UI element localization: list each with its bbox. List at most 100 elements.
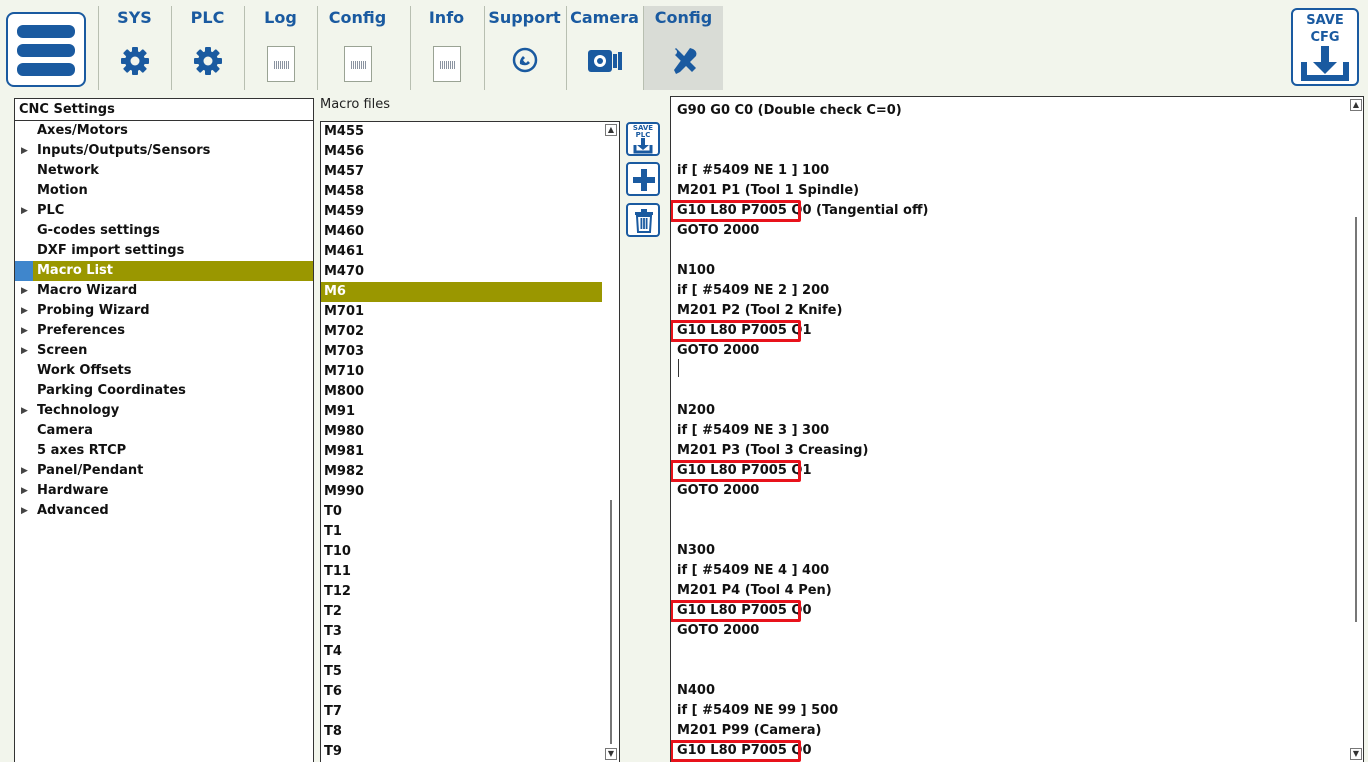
tab-log[interactable]: Log <box>244 6 316 90</box>
tab-camera[interactable]: Camera <box>566 6 642 90</box>
document-icon <box>432 46 461 82</box>
menu-icon-bar <box>17 63 75 76</box>
tab-label: Support <box>488 8 561 27</box>
tab-config-1[interactable]: Config <box>317 6 397 90</box>
add-macro-button[interactable] <box>626 162 660 196</box>
settings-tree-item[interactable]: ▶ Macro Wizard <box>15 281 313 301</box>
code-line: if [ #5409 NE 3 ] 300 <box>677 423 830 438</box>
macro-file-item[interactable]: M91 <box>321 402 602 422</box>
scroll-thumb[interactable] <box>610 500 612 744</box>
scroll-down-arrow-icon[interactable]: ▼ <box>1350 748 1362 760</box>
scroll-up-arrow-icon[interactable]: ▲ <box>605 124 617 136</box>
expand-arrow-icon[interactable]: ▶ <box>21 481 28 501</box>
macro-file-item[interactable]: T10 <box>321 542 602 562</box>
settings-tree-item[interactable]: ▶ Screen <box>15 341 313 361</box>
expand-arrow-icon[interactable]: ▶ <box>21 301 28 321</box>
code-line: GOTO 2000 <box>677 623 760 638</box>
macro-code-editor[interactable]: G90 G0 C0 (Double check C=0) if [ #5409 N… <box>670 96 1364 762</box>
macro-file-item[interactable]: T7 <box>321 702 602 722</box>
macro-file-item[interactable]: M981 <box>321 442 602 462</box>
scroll-thumb[interactable] <box>1355 217 1357 622</box>
settings-tree-item[interactable]: ▶ Preferences <box>15 321 313 341</box>
code-line: GOTO 2000 <box>677 343 760 358</box>
camera-icon <box>587 46 623 78</box>
macro-file-item[interactable]: M460 <box>321 222 602 242</box>
settings-tree-item[interactable]: ▶ Technology <box>15 401 313 421</box>
tab-plc[interactable]: PLC <box>171 6 243 90</box>
trash-icon <box>634 209 654 237</box>
tab-sys[interactable]: SYS <box>98 6 170 90</box>
expand-arrow-icon[interactable]: ▶ <box>21 341 28 361</box>
macro-file-item[interactable]: M457 <box>321 162 602 182</box>
macro-file-item[interactable]: M456 <box>321 142 602 162</box>
macro-file-item[interactable]: M470 <box>321 262 602 282</box>
macro-file-item[interactable]: T11 <box>321 562 602 582</box>
settings-tree-item[interactable]: Macro List <box>15 261 313 281</box>
settings-tree-item[interactable]: ▶ PLC <box>15 201 313 221</box>
macro-file-item[interactable]: M461 <box>321 242 602 262</box>
macro-file-item[interactable]: M980 <box>321 422 602 442</box>
delete-macro-button[interactable] <box>626 203 660 237</box>
macro-file-item[interactable]: M455 <box>321 122 602 142</box>
macro-file-item[interactable]: M703 <box>321 342 602 362</box>
macro-file-item[interactable]: T4 <box>321 642 602 662</box>
settings-tree-item[interactable]: Camera <box>15 421 313 441</box>
expand-arrow-icon[interactable]: ▶ <box>21 281 28 301</box>
save-plc-button[interactable]: SAVE PLC <box>626 122 660 156</box>
settings-tree-item[interactable]: Axes/Motors <box>15 121 313 141</box>
macro-file-item[interactable]: M6 <box>321 282 602 302</box>
macro-file-item[interactable]: T8 <box>321 722 602 742</box>
save-cfg-label: SAVE <box>1306 13 1344 28</box>
code-line: M201 P3 (Tool 3 Creasing) <box>677 443 869 458</box>
scroll-down-arrow-icon[interactable]: ▼ <box>605 748 617 760</box>
macro-file-item[interactable]: M701 <box>321 302 602 322</box>
editor-scrollbar[interactable]: ▲ ▼ <box>1349 97 1363 762</box>
tab-config-active[interactable]: Config <box>643 6 723 90</box>
tab-support[interactable]: Support <box>484 6 564 90</box>
macro-file-item[interactable]: T5 <box>321 662 602 682</box>
expand-arrow-icon[interactable]: ▶ <box>21 201 28 221</box>
macro-file-item[interactable]: T1 <box>321 522 602 542</box>
settings-tree-item[interactable]: Parking Coordinates <box>15 381 313 401</box>
settings-tree-item[interactable]: ▶ Advanced <box>15 501 313 521</box>
expand-arrow-icon[interactable]: ▶ <box>21 461 28 481</box>
macro-file-item[interactable]: T12 <box>321 582 602 602</box>
settings-tree-item[interactable]: ▶ Hardware <box>15 481 313 501</box>
expand-arrow-icon[interactable]: ▶ <box>21 401 28 421</box>
scroll-up-arrow-icon[interactable]: ▲ <box>1350 99 1362 111</box>
expand-arrow-icon[interactable]: ▶ <box>21 501 28 521</box>
code-line: if [ #5409 NE 2 ] 200 <box>677 283 830 298</box>
macro-file-list[interactable]: M455 M456 M457 M458 M459 M460 M461 M470 M6 M701 M7… <box>320 121 620 762</box>
macro-file-item[interactable]: T0 <box>321 502 602 522</box>
macro-file-item[interactable]: M710 <box>321 362 602 382</box>
save-cfg-button[interactable]: SAVE CFG <box>1291 8 1359 86</box>
macro-file-item[interactable]: T2 <box>321 602 602 622</box>
macro-file-item[interactable]: T3 <box>321 622 602 642</box>
settings-tree-item[interactable]: 5 axes RTCP <box>15 441 313 461</box>
save-cfg-sublabel: CFG <box>1310 30 1340 45</box>
settings-tree-item[interactable]: DXF import settings <box>15 241 313 261</box>
toolbar: SYS PLC Log Config Info Support Camera C… <box>0 0 1368 92</box>
settings-tree-item[interactable]: Motion <box>15 181 313 201</box>
expand-arrow-icon[interactable]: ▶ <box>21 141 28 161</box>
settings-tree-item[interactable]: G-codes settings <box>15 221 313 241</box>
download-icon <box>633 138 653 158</box>
macro-file-item[interactable]: T6 <box>321 682 602 702</box>
macro-file-item[interactable]: M800 <box>321 382 602 402</box>
macro-file-item[interactable]: M982 <box>321 462 602 482</box>
settings-tree-item[interactable]: ▶ Probing Wizard <box>15 301 313 321</box>
settings-tree-item[interactable]: Network <box>15 161 313 181</box>
settings-tree-item[interactable]: ▶ Inputs/Outputs/Sensors <box>15 141 313 161</box>
settings-tree-item[interactable]: Work Offsets <box>15 361 313 381</box>
expand-arrow-icon[interactable]: ▶ <box>21 321 28 341</box>
tab-info[interactable]: Info <box>410 6 482 90</box>
macro-file-item[interactable]: M458 <box>321 182 602 202</box>
main-menu-button[interactable] <box>6 12 86 87</box>
macro-file-item[interactable]: M990 <box>321 482 602 502</box>
tab-label: Log <box>264 8 297 27</box>
macro-list-scrollbar[interactable]: ▲ ▼ <box>603 122 619 762</box>
macro-file-item[interactable]: T9 <box>321 742 602 762</box>
settings-tree-item[interactable]: ▶ Panel/Pendant <box>15 461 313 481</box>
macro-file-item[interactable]: M459 <box>321 202 602 222</box>
macro-file-item[interactable]: M702 <box>321 322 602 342</box>
